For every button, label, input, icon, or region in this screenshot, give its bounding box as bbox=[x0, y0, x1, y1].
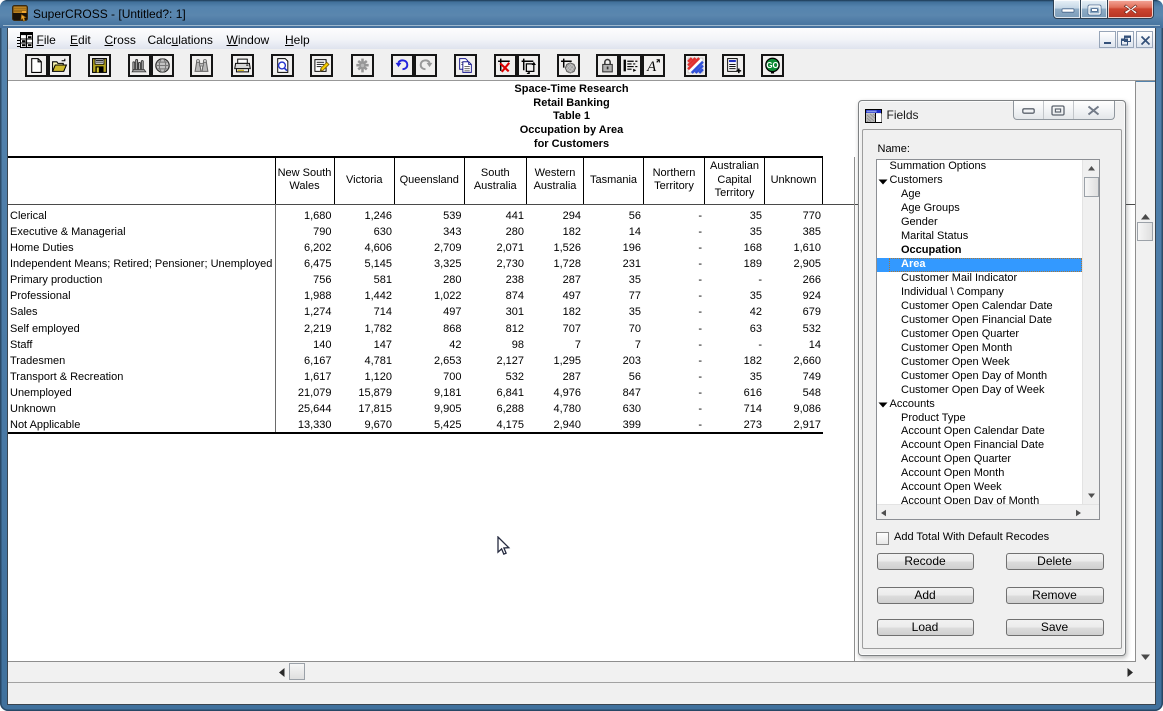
svg-text:GO: GO bbox=[766, 61, 778, 70]
svg-text:A: A bbox=[646, 59, 657, 74]
